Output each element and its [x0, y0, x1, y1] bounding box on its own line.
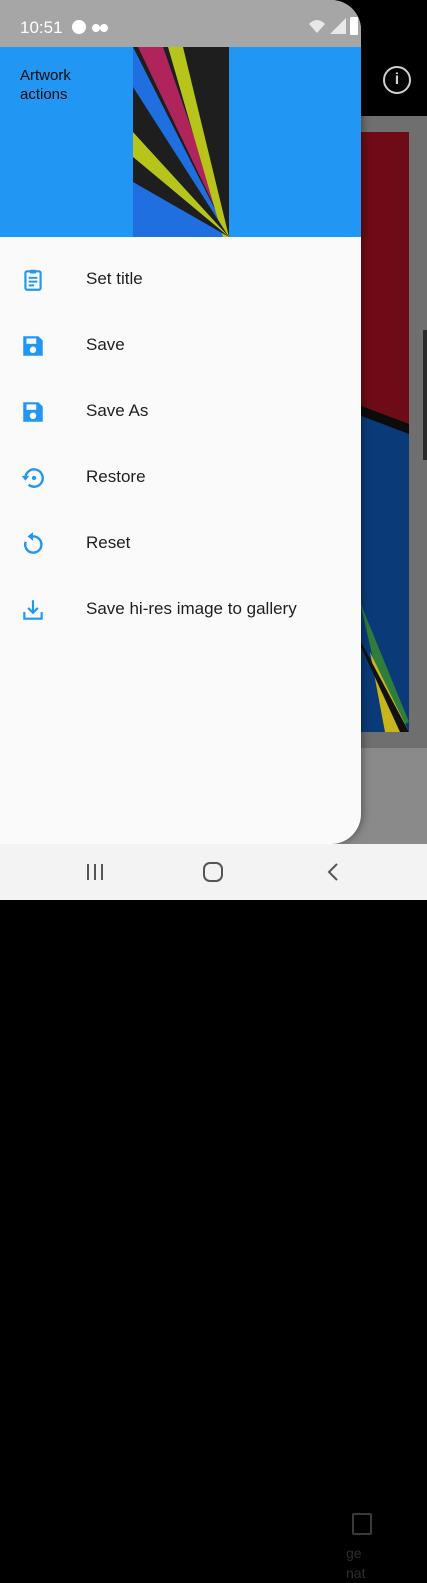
battery-icon: [350, 17, 358, 35]
home-icon[interactable]: [200, 860, 226, 884]
change-format-icon[interactable]: [352, 1513, 372, 1535]
artwork-thumbnail: [133, 47, 229, 237]
menu-item-label: Set title: [86, 269, 143, 288]
edge-panel-handle[interactable]: [423, 330, 427, 460]
save-icon: [20, 333, 46, 359]
save-as-icon: [20, 399, 46, 425]
wifi-icon: [308, 18, 326, 34]
change-format-label[interactable]: ge nat: [346, 1543, 416, 1583]
menu-item-restore[interactable]: Restore: [0, 445, 361, 511]
menu-item-label: Save As: [86, 401, 149, 420]
menu-item-reset[interactable]: Reset: [0, 511, 361, 577]
menu-item-label: Reset: [86, 533, 131, 552]
system-navigation-bar: [0, 844, 427, 900]
reset-icon: [20, 531, 46, 557]
clipboard-icon: [20, 267, 46, 293]
back-icon[interactable]: [320, 860, 346, 884]
menu-item-save-hires[interactable]: Save hi-res image to gallery: [0, 577, 361, 643]
menu-item-label: Restore: [86, 467, 146, 486]
status-bar: 10:51: [0, 0, 361, 48]
recent-apps-icon[interactable]: [82, 860, 108, 884]
menu-item-set-title[interactable]: Set title: [0, 247, 361, 313]
face-icon: [72, 20, 86, 34]
restore-icon: [20, 465, 46, 491]
menu-item-save-as[interactable]: Save As: [0, 379, 361, 445]
signal-icon: [330, 18, 346, 34]
info-icon[interactable]: i: [383, 66, 411, 94]
download-icon: [20, 597, 46, 623]
menu-item-label: Save: [86, 335, 125, 354]
status-time: 10:51: [20, 18, 63, 37]
navigation-drawer: Artwork actions Set title Save Save As R…: [0, 0, 361, 844]
drawer-header-title: Artwork actions: [20, 67, 71, 103]
dots-icon: [92, 21, 108, 33]
menu-item-label: Save hi-res image to gallery: [86, 599, 297, 618]
menu-item-save[interactable]: Save: [0, 313, 361, 379]
